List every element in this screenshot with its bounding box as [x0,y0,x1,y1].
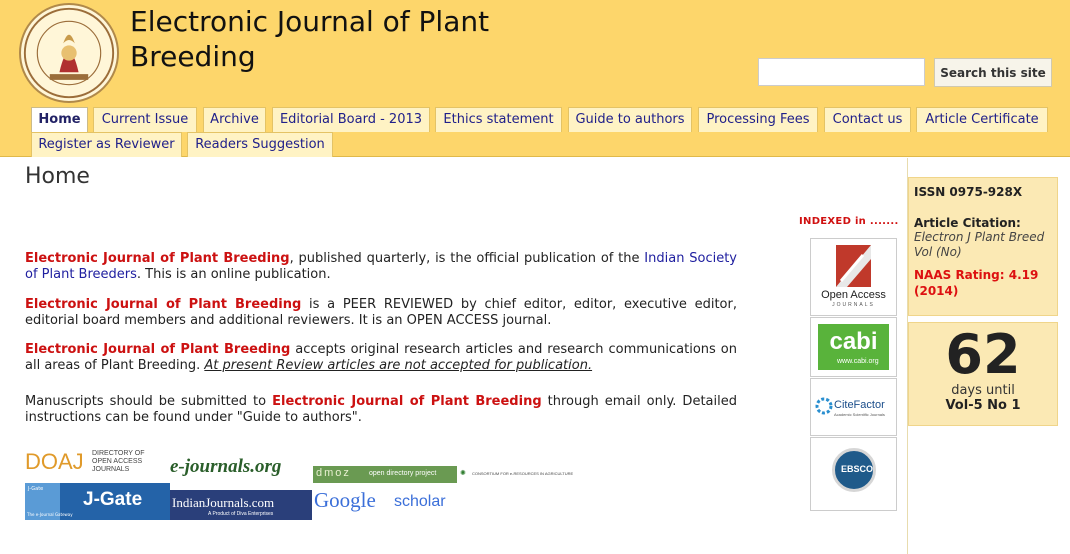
citefactor-logo[interactable]: CiteFactor Academic Scientific Journals [810,378,897,436]
citation-value: Electron J Plant Breed Vol (No) [914,230,1045,259]
dmoz-text: dmoz [316,467,351,479]
open-access-text: Open Access [821,289,886,301]
countdown-number: 62 [945,323,1021,386]
tab-article-certificate[interactable]: Article Certificate [916,107,1048,132]
dmoz-sub: open directory project [369,470,437,477]
citation-label: Article Citation: [914,216,1021,230]
indianjournals-logo[interactable]: IndianJournals.com A Product of Diva Ent… [170,490,312,520]
site-title-line2: Breeding [130,40,256,73]
page-title: Home [25,164,90,189]
tab-register-as-reviewer[interactable]: Register as Reviewer [31,132,182,157]
tab-processing-fees[interactable]: Processing Fees [698,107,818,132]
google-text: Google [314,488,376,512]
site-header: Electronic Journal of Plant Breeding Sea… [0,0,1070,157]
paragraph-text: . This is an online publication. [136,267,331,282]
journal-name: Electronic Journal of Plant Breeding [25,297,302,312]
submission-paragraph: Manuscripts should be submitted to Elect… [25,394,737,426]
issue-countdown: 62 days until Vol-5 No 1 [908,322,1058,426]
ejournals-logo[interactable]: e-journals.org [170,456,312,482]
dmoz-logo[interactable]: dmoz open directory project [313,466,457,483]
google-scholar-logo[interactable]: Google scholar [314,488,464,518]
naas-rating: NAAS Rating: 4.19 (2014) [914,268,1039,298]
open-access-journals-logo[interactable]: Open Access JOURNALS [810,238,897,316]
tab-editorial-board[interactable]: Editorial Board - 2013 [272,107,430,132]
site-title-line1: Electronic Journal of Plant [130,5,490,38]
review-articles-note: At present Review articles are not accep… [204,358,593,373]
ebsco-logo[interactable]: EBSCO [810,437,897,511]
search-input[interactable] [758,58,925,86]
tab-current-issue[interactable]: Current Issue [93,107,197,132]
citefactor-icon [815,397,833,415]
cera-logo[interactable]: ✺ CONSORTIUM FOR e-RESOURCES IN AGRICULT… [460,469,600,481]
doaj-sub1: DIRECTORY OF [92,450,145,457]
scholar-text: scholar [394,493,446,510]
citefactor-text: CiteFactor [834,399,885,411]
tab-archive[interactable]: Archive [203,107,266,132]
scope-paragraph: Electronic Journal of Plant Breeding acc… [25,342,737,374]
cabi-logo[interactable]: cabi www.cabi.org [810,317,897,377]
tab-home[interactable]: Home [31,107,88,132]
indianjournals-text: IndianJournals.com [172,495,275,510]
open-access-sub: JOURNALS [832,302,875,308]
journal-info-box: ISSN 0975-928X Article Citation: Electro… [908,177,1058,316]
ebsco-text: EBSCO [840,464,873,474]
main-content: Home INDEXED in ....... Electronic Journ… [0,158,907,554]
site-title[interactable]: Electronic Journal of Plant Breeding [130,4,550,74]
journal-name: Electronic Journal of Plant Breeding [25,342,291,357]
issn-text: ISSN 0975-928X [914,185,1023,199]
doaj-sub3: JOURNALS [92,466,130,473]
paragraph-text: Manuscripts should be submitted to [25,394,273,409]
journal-name: Electronic Journal of Plant Breeding [25,251,290,266]
jgate-text: J-Gate [83,489,143,510]
countdown-unit: days until [951,383,1015,398]
doaj-logo[interactable]: DOAJ DIRECTORY OF OPEN ACCESS JOURNALS [25,449,155,477]
countdown-target: Vol-5 No 1 [945,398,1021,413]
paragraph-text: , published quarterly, is the official p… [289,251,645,266]
cabi-text: cabi [829,328,878,355]
society-seal-icon [23,7,115,99]
doaj-text: DOAJ [25,449,84,474]
society-logo[interactable] [19,3,119,103]
tab-contact-us[interactable]: Contact us [824,107,911,132]
peer-review-paragraph: Electronic Journal of Plant Breeding is … [25,297,737,329]
search-button[interactable]: Search this site [934,58,1052,87]
jgate-logo[interactable]: J-Gate J-Gate The e-Journal Gateway [25,483,170,520]
cera-text: CONSORTIUM FOR e-RESOURCES IN AGRICULTUR… [472,471,574,476]
jgate-sub: The e-Journal Gateway [27,512,73,517]
intro-paragraph: Electronic Journal of Plant Breeding, pu… [25,251,737,283]
indianjournals-sub: A Product of Diva Enterprises [208,511,274,517]
jgate-small: J-Gate [28,486,44,492]
citefactor-sub: Academic Scientific Journals [834,412,885,417]
journal-name: Electronic Journal of Plant Breeding [272,394,542,409]
tab-readers-suggestion[interactable]: Readers Suggestion [187,132,333,157]
doaj-sub2: OPEN ACCESS [92,458,143,465]
indexed-in-label: INDEXED in ....... [799,216,899,227]
cabi-url: www.cabi.org [837,358,879,365]
tab-ethics-statement[interactable]: Ethics statement [435,107,562,132]
tab-guide-to-authors[interactable]: Guide to authors [568,107,692,132]
